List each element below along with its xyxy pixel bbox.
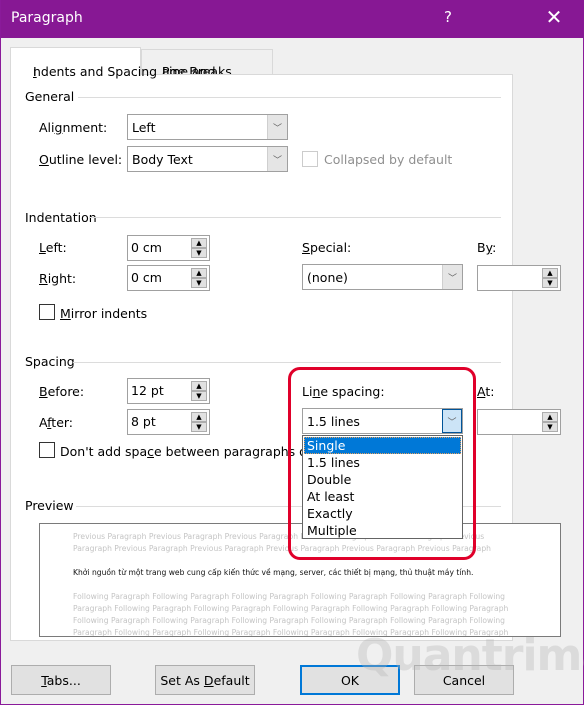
- right-indent-spinner[interactable]: 0 cm ▲ ▼: [127, 265, 210, 291]
- spin-down-icon[interactable]: ▼: [542, 422, 558, 432]
- spin-up-icon[interactable]: ▲: [191, 381, 207, 391]
- set-as-default-button[interactable]: Set As Default: [155, 665, 255, 695]
- right-indent-value: 0 cm: [131, 270, 162, 285]
- preview-heading: Preview: [25, 498, 74, 513]
- by-label: By:: [477, 240, 497, 255]
- preview-previous-line: Paragraph Previous Paragraph Previous Pa…: [73, 544, 491, 553]
- spin-down-icon[interactable]: ▼: [542, 278, 558, 288]
- tab-indents-and-spacing[interactable]: Indents and Spacing: [10, 47, 157, 79]
- outline-level-select[interactable]: Body Text ﹀: [127, 146, 288, 172]
- spin-up-icon[interactable]: ▲: [191, 268, 207, 278]
- special-value: (none): [307, 270, 348, 285]
- line-spacing-options-list: Single 1.5 lines Double At least Exactly…: [302, 435, 463, 539]
- spin-up-icon[interactable]: ▲: [191, 412, 207, 422]
- alignment-value: Left: [132, 120, 156, 135]
- spin-down-icon[interactable]: ▼: [191, 278, 207, 288]
- left-indent-value: 0 cm: [131, 240, 162, 255]
- general-divider: [78, 97, 501, 98]
- chevron-down-icon[interactable]: ﹀: [442, 265, 462, 289]
- chevron-down-icon[interactable]: ﹀: [267, 115, 287, 139]
- spin-down-icon[interactable]: ▼: [191, 422, 207, 432]
- alignment-select[interactable]: Left ﹀: [127, 114, 288, 140]
- spin-up-icon[interactable]: ▲: [542, 412, 558, 422]
- after-value: 8 pt: [131, 414, 156, 429]
- special-label: Special:: [302, 240, 352, 255]
- preview-following-line: Following Paragraph Following Paragraph …: [73, 592, 505, 601]
- preview-sample-text: Khởi nguồn từ một trang web cung cấp kiế…: [73, 568, 474, 577]
- help-button[interactable]: ?: [438, 8, 458, 26]
- option-1-5-lines[interactable]: 1.5 lines: [304, 454, 461, 471]
- special-select[interactable]: (none) ﹀: [302, 264, 463, 290]
- cancel-button[interactable]: Cancel: [414, 665, 514, 695]
- paragraph-dialog: Paragraph ? ✕ Indents and Spacing Line a…: [0, 0, 584, 705]
- preview-following-line: Paragraph Following Paragraph Following …: [73, 604, 509, 613]
- left-indent-spinner[interactable]: 0 cm ▲ ▼: [127, 235, 210, 261]
- before-value: 12 pt: [131, 383, 164, 398]
- alignment-label: Alignment:: [39, 120, 108, 135]
- ok-button[interactable]: OK: [300, 665, 400, 695]
- line-spacing-label: Line spacing:: [302, 384, 385, 399]
- before-label: Before:: [39, 384, 85, 399]
- tab-label: ndents and Spacing: [33, 64, 158, 79]
- at-label: At:: [477, 384, 495, 399]
- tabs-button[interactable]: Tabs...: [11, 665, 111, 695]
- after-label: After:: [39, 415, 74, 430]
- title-bar: Paragraph ? ✕: [1, 0, 584, 38]
- tab-line-and-page-breaks[interactable]: Line and Page Breaks: [141, 49, 273, 79]
- chevron-down-icon[interactable]: ﹀: [267, 147, 287, 171]
- outline-level-label: Outline level:: [39, 152, 123, 167]
- spacing-heading: Spacing: [25, 354, 75, 369]
- dialog-title: Paragraph: [11, 10, 83, 26]
- preview-following-line: Paragraph Following Paragraph Following …: [73, 628, 509, 637]
- mirror-indents-label: Mirror indents: [60, 306, 148, 321]
- line-spacing-select[interactable]: 1.5 lines ﹀: [302, 408, 463, 434]
- option-at-least[interactable]: At least: [304, 488, 461, 505]
- line-spacing-value: 1.5 lines: [307, 414, 360, 429]
- general-heading: General: [25, 89, 75, 104]
- indentation-divider: [89, 217, 501, 218]
- dont-add-space-checkbox[interactable]: [39, 442, 55, 458]
- collapsed-by-default-checkbox[interactable]: [302, 151, 318, 167]
- spin-down-icon[interactable]: ▼: [191, 391, 207, 401]
- spin-down-icon[interactable]: ▼: [191, 248, 207, 258]
- option-double[interactable]: Double: [304, 471, 461, 488]
- indentation-heading: Indentation: [25, 210, 97, 225]
- option-exactly[interactable]: Exactly: [304, 505, 461, 522]
- mirror-indents-checkbox[interactable]: [39, 304, 55, 320]
- preview-following-line: Following Paragraph Following Paragraph …: [73, 616, 505, 625]
- dont-add-space-label: Don't add space between paragraphs of t: [60, 444, 321, 459]
- at-spinner[interactable]: ▲ ▼: [477, 409, 561, 435]
- preview-box: Previous Paragraph Previous Paragraph Pr…: [39, 523, 561, 637]
- left-indent-label: Left:: [39, 240, 67, 255]
- after-spinner[interactable]: 8 pt ▲ ▼: [127, 409, 210, 435]
- spacing-divider: [73, 362, 501, 363]
- spin-up-icon[interactable]: ▲: [191, 238, 207, 248]
- option-multiple[interactable]: Multiple: [304, 522, 461, 539]
- outline-level-value: Body Text: [132, 152, 193, 167]
- option-single[interactable]: Single: [304, 437, 461, 454]
- before-spinner[interactable]: 12 pt ▲ ▼: [127, 378, 210, 404]
- collapsed-by-default-label: Collapsed by default: [324, 152, 453, 167]
- right-indent-label: Right:: [39, 271, 77, 286]
- chevron-down-icon[interactable]: ﹀: [442, 409, 462, 433]
- spin-up-icon[interactable]: ▲: [542, 268, 558, 278]
- close-button[interactable]: ✕: [541, 5, 567, 29]
- by-spinner[interactable]: ▲ ▼: [477, 265, 561, 291]
